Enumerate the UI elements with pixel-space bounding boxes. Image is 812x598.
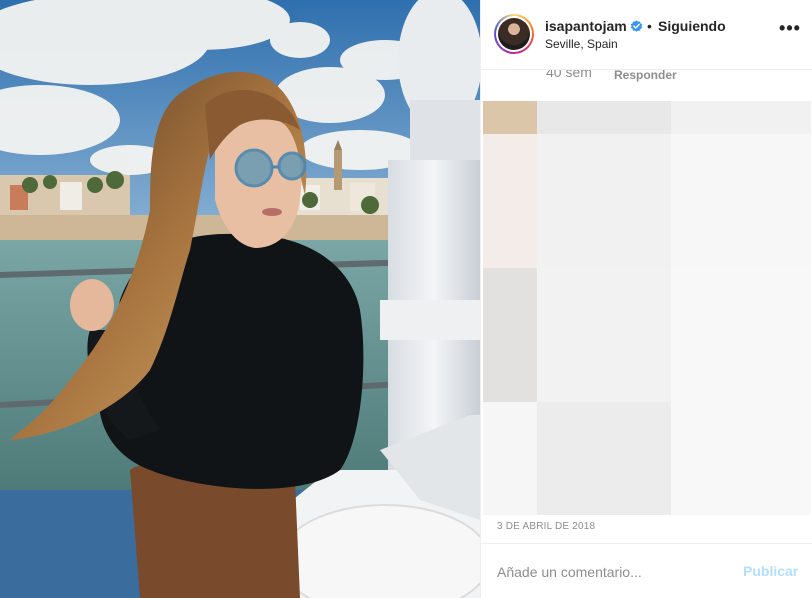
blur-cell <box>537 402 671 515</box>
blur-cell <box>537 101 671 134</box>
location-link[interactable]: Seville, Spain <box>545 37 618 51</box>
separator-dot: • <box>647 18 652 34</box>
blur-cell <box>671 101 811 134</box>
hand <box>70 279 114 331</box>
avatar-image <box>498 18 530 50</box>
more-options-icon[interactable]: ••• <box>779 19 801 46</box>
comment-bar: Publicar <box>481 543 812 598</box>
blur-cell <box>537 134 671 268</box>
blur-cell <box>483 101 537 134</box>
comment-input[interactable] <box>495 556 729 588</box>
post-header: isapantojam • Siguiendo Seville, Spain •… <box>481 0 812 70</box>
blur-cell <box>483 134 537 268</box>
blurred-comments-area <box>483 101 811 515</box>
blur-cell <box>483 402 537 515</box>
comment-meta-row: 40 sem Responder <box>481 70 812 100</box>
verified-badge-icon <box>630 20 643 32</box>
blur-cell <box>537 268 671 402</box>
blur-cell <box>671 134 811 268</box>
reply-button[interactable]: Responder <box>614 70 677 82</box>
post-photo[interactable] <box>0 0 480 598</box>
publish-button[interactable]: Publicar <box>743 563 798 579</box>
comment-timestamp[interactable]: 40 sem <box>546 70 592 80</box>
post-date: 3 DE ABRIL DE 2018 <box>497 521 596 532</box>
following-button[interactable]: Siguiendo <box>658 18 726 34</box>
post-side-panel: isapantojam • Siguiendo Seville, Spain •… <box>480 0 812 598</box>
username-link[interactable]: isapantojam <box>545 18 627 34</box>
blur-cell <box>671 268 811 402</box>
avatar-border <box>496 16 532 52</box>
blur-cell <box>671 402 811 515</box>
lips <box>262 208 282 216</box>
avatar[interactable] <box>494 14 534 54</box>
blur-cell <box>483 268 537 402</box>
